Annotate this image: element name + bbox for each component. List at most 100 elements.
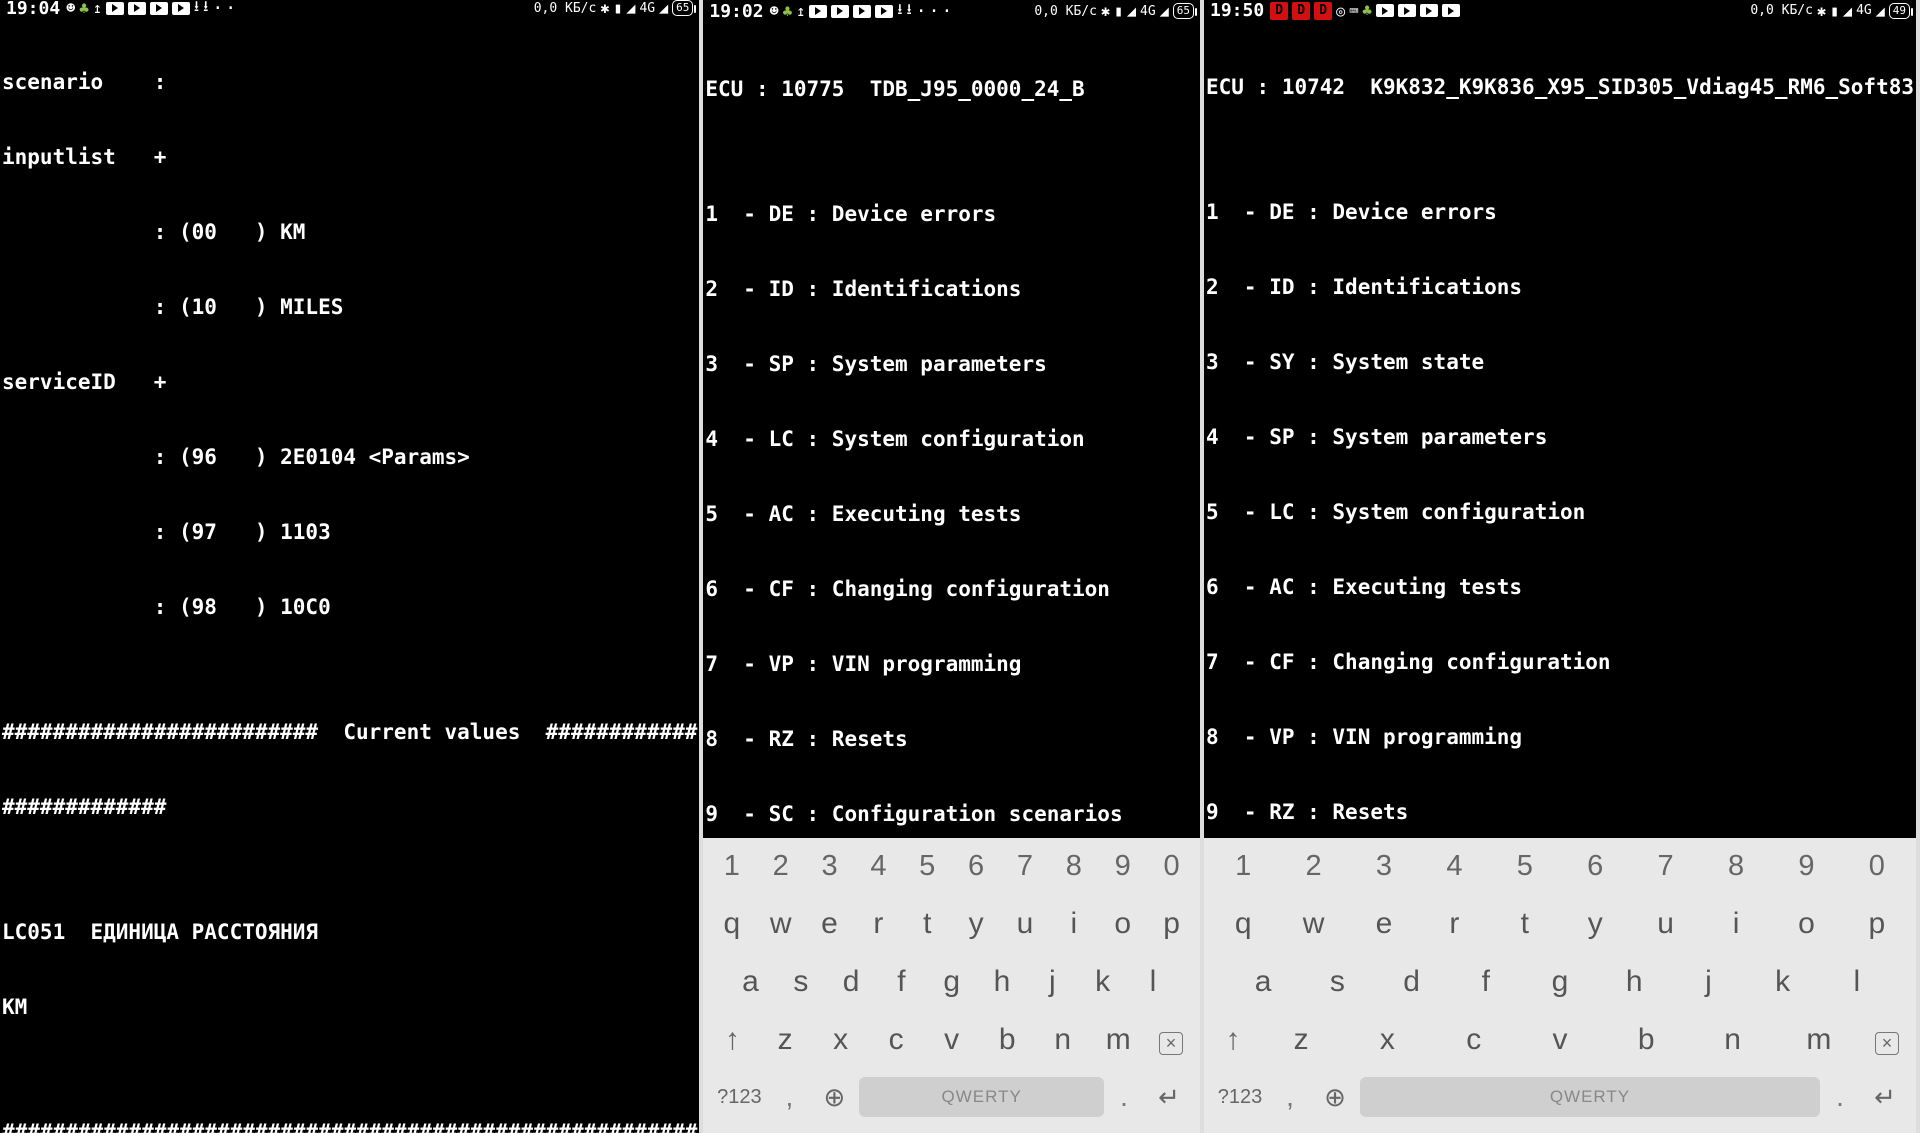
key-symbols[interactable]: ?123 (709, 1080, 769, 1115)
key-u[interactable]: u (1630, 901, 1700, 947)
key-d[interactable]: d (1374, 959, 1448, 1005)
key-enter[interactable]: ↵ (1144, 1076, 1194, 1119)
key-g[interactable]: g (927, 959, 977, 1005)
menu-item: 8 - RZ : Resets (703, 727, 1200, 752)
key-8[interactable]: 8 (1049, 844, 1098, 889)
key-2[interactable]: 2 (756, 844, 805, 889)
key-enter[interactable]: ↵ (1860, 1076, 1910, 1119)
key-f[interactable]: f (876, 959, 926, 1005)
key-backspace[interactable]: × (1862, 1017, 1912, 1063)
key-2[interactable]: 2 (1278, 844, 1348, 889)
terminal-output[interactable]: ECU : 10742 K9K832_K9K836_X95_SID305_Vdi… (1204, 21, 1916, 838)
key-h[interactable]: h (1597, 959, 1671, 1005)
key-backspace[interactable]: × (1146, 1017, 1196, 1063)
key-c[interactable]: c (868, 1017, 924, 1063)
key-8[interactable]: 8 (1701, 844, 1771, 889)
key-r[interactable]: r (854, 901, 903, 947)
key-b[interactable]: b (979, 1017, 1035, 1063)
key-o[interactable]: o (1098, 901, 1147, 947)
key-f[interactable]: f (1449, 959, 1523, 1005)
notification-d-icon: D (1270, 2, 1288, 20)
key-z[interactable]: z (1258, 1017, 1344, 1063)
key-v[interactable]: v (924, 1017, 980, 1063)
key-l[interactable]: l (1820, 959, 1894, 1005)
soft-keyboard[interactable]: 1 2 3 4 5 6 7 8 9 0 q w e r t y u i o p … (703, 838, 1200, 1133)
key-7[interactable]: 7 (1001, 844, 1050, 889)
key-1[interactable]: 1 (707, 844, 756, 889)
key-a[interactable]: a (725, 959, 775, 1005)
key-n[interactable]: n (1689, 1017, 1775, 1063)
key-7[interactable]: 7 (1630, 844, 1700, 889)
menu-item: 6 - CF : Changing configuration (703, 577, 1200, 602)
key-v[interactable]: v (1517, 1017, 1603, 1063)
key-h[interactable]: h (977, 959, 1027, 1005)
key-comma[interactable]: , (769, 1075, 809, 1119)
key-i[interactable]: i (1049, 901, 1098, 947)
key-w[interactable]: w (1278, 901, 1348, 947)
key-period[interactable]: . (1104, 1075, 1144, 1119)
term-line: LC051 ЕДИНИЦА РАССТОЯНИЯ (0, 920, 699, 945)
key-t[interactable]: t (1490, 901, 1560, 947)
key-3[interactable]: 3 (805, 844, 854, 889)
key-s[interactable]: s (776, 959, 826, 1005)
key-period[interactable]: . (1820, 1075, 1860, 1119)
key-m[interactable]: m (1090, 1017, 1146, 1063)
terminal-output[interactable]: ECU : 10775 TDB_J95_0000_24_B 1 - DE : D… (703, 23, 1200, 838)
key-shift[interactable]: ↑ (1208, 1017, 1258, 1063)
key-comma[interactable]: , (1270, 1075, 1310, 1119)
key-language[interactable]: ⊕ (809, 1076, 859, 1119)
key-p[interactable]: p (1842, 901, 1912, 947)
soft-keyboard[interactable]: 1 2 3 4 5 6 7 8 9 0 q w e r t y u i o p … (1204, 838, 1916, 1133)
key-w[interactable]: w (756, 901, 805, 947)
key-language[interactable]: ⊕ (1310, 1076, 1360, 1119)
key-b[interactable]: b (1603, 1017, 1689, 1063)
key-c[interactable]: c (1431, 1017, 1517, 1063)
key-l[interactable]: l (1128, 959, 1178, 1005)
key-s[interactable]: s (1300, 959, 1374, 1005)
key-o[interactable]: o (1771, 901, 1841, 947)
key-symbols[interactable]: ?123 (1210, 1080, 1270, 1115)
key-9[interactable]: 9 (1771, 844, 1841, 889)
key-space[interactable]: QWERTY (859, 1077, 1104, 1117)
key-m[interactable]: m (1776, 1017, 1862, 1063)
key-z[interactable]: z (757, 1017, 813, 1063)
key-space[interactable]: QWERTY (1360, 1077, 1820, 1117)
key-i[interactable]: i (1701, 901, 1771, 947)
key-e[interactable]: e (805, 901, 854, 947)
key-y[interactable]: y (952, 901, 1001, 947)
key-shift[interactable]: ↑ (707, 1017, 757, 1063)
key-y[interactable]: y (1560, 901, 1630, 947)
download-icon: ⭳ (907, 0, 912, 23)
key-5[interactable]: 5 (1490, 844, 1560, 889)
key-3[interactable]: 3 (1349, 844, 1419, 889)
key-6[interactable]: 6 (952, 844, 1001, 889)
key-u[interactable]: u (1001, 901, 1050, 947)
key-4[interactable]: 4 (854, 844, 903, 889)
key-j[interactable]: j (1027, 959, 1077, 1005)
key-1[interactable]: 1 (1208, 844, 1278, 889)
screen-2: 19:02 ☻ ♣ ↥ ⭳ ⭳ ··· 0,0 КБ/с ✱ ▮ ◢ 4G ◢ … (703, 0, 1204, 1133)
key-t[interactable]: t (903, 901, 952, 947)
key-5[interactable]: 5 (903, 844, 952, 889)
key-k[interactable]: k (1077, 959, 1127, 1005)
key-g[interactable]: g (1523, 959, 1597, 1005)
key-0[interactable]: 0 (1842, 844, 1912, 889)
key-0[interactable]: 0 (1147, 844, 1196, 889)
key-q[interactable]: q (1208, 901, 1278, 947)
key-r[interactable]: r (1419, 901, 1489, 947)
key-9[interactable]: 9 (1098, 844, 1147, 889)
key-p[interactable]: p (1147, 901, 1196, 947)
key-j[interactable]: j (1671, 959, 1745, 1005)
terminal-output[interactable]: scenario : inputlist + : (00 ) KM : (10 … (0, 16, 699, 1133)
key-6[interactable]: 6 (1560, 844, 1630, 889)
key-x[interactable]: x (813, 1017, 869, 1063)
key-q[interactable]: q (707, 901, 756, 947)
key-e[interactable]: e (1349, 901, 1419, 947)
key-d[interactable]: d (826, 959, 876, 1005)
key-n[interactable]: n (1035, 1017, 1091, 1063)
key-k[interactable]: k (1746, 959, 1820, 1005)
key-4[interactable]: 4 (1419, 844, 1489, 889)
youtube-icon (1442, 4, 1460, 17)
key-x[interactable]: x (1344, 1017, 1430, 1063)
key-a[interactable]: a (1226, 959, 1300, 1005)
